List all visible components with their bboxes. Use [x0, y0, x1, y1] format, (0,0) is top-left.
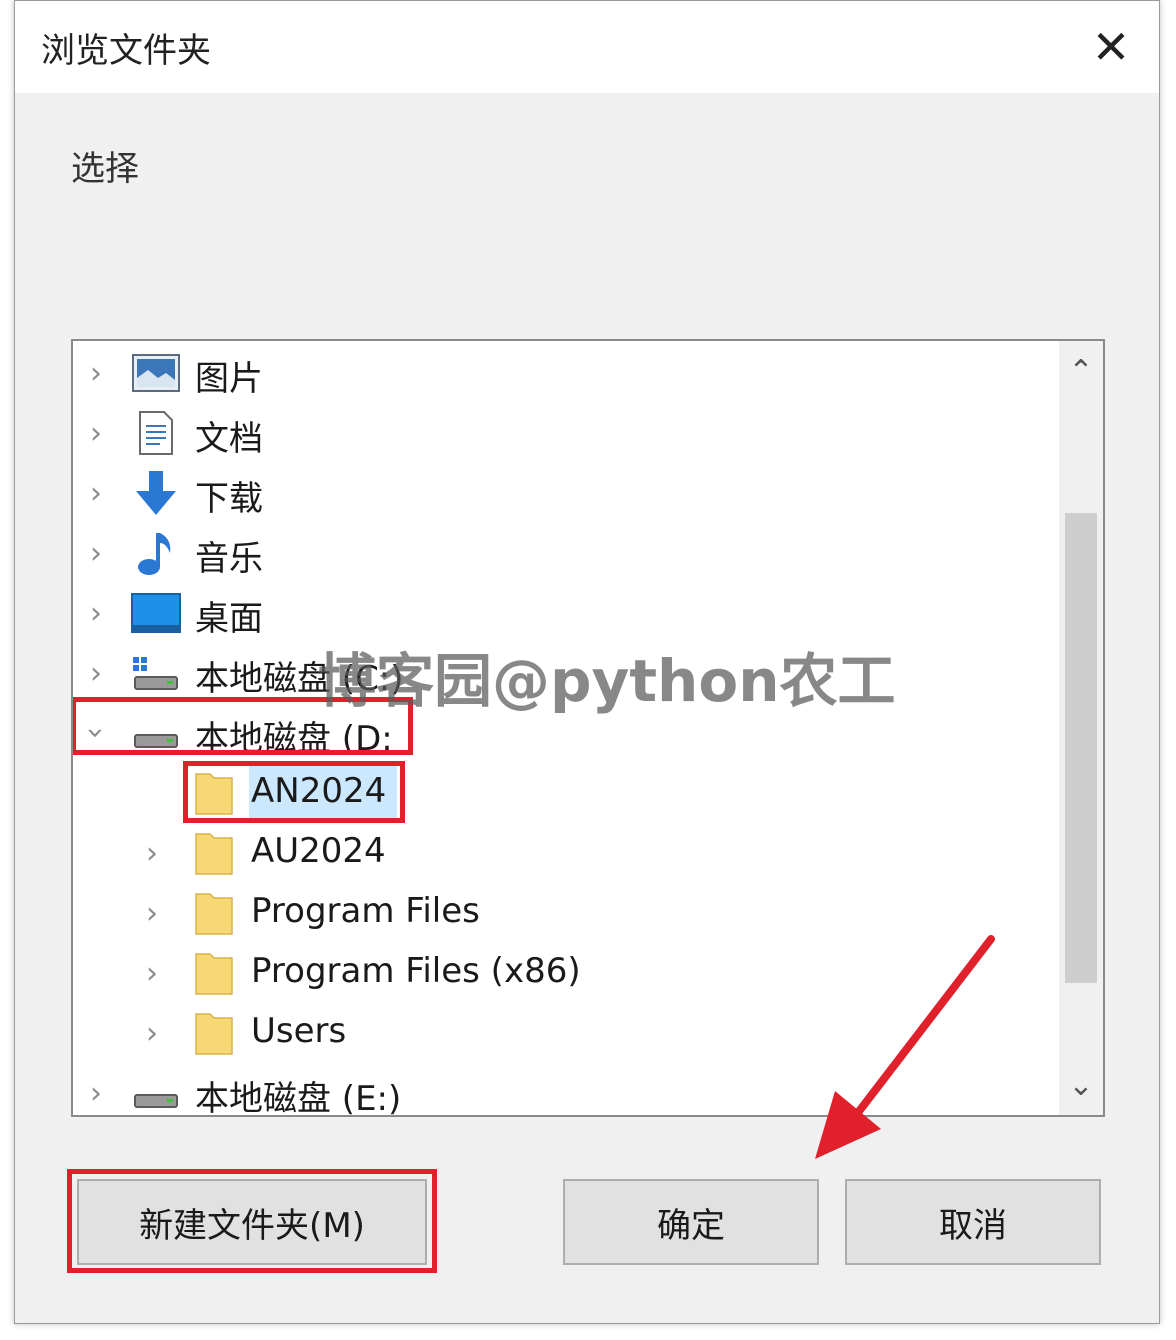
- tree-item-label: AN2024: [251, 771, 387, 811]
- close-button[interactable]: ✕: [1083, 19, 1139, 75]
- scroll-thumb[interactable]: [1065, 513, 1097, 983]
- tree-item-label: AU2024: [251, 831, 386, 871]
- tree-item-label: 桌面: [195, 599, 263, 639]
- new-folder-button[interactable]: 新建文件夹(M): [77, 1179, 427, 1265]
- folder-icon: [189, 888, 239, 938]
- chevron-right-icon[interactable]: ›: [81, 536, 111, 571]
- chevron-down-icon: ⌄: [1068, 1067, 1094, 1103]
- tree-item-au2024[interactable]: › AU2024: [73, 823, 1053, 883]
- folder-icon: [189, 828, 239, 878]
- tree-item-pictures[interactable]: › 图片: [73, 343, 1053, 403]
- tree-item-label: 音乐: [195, 539, 263, 579]
- chevron-right-icon[interactable]: ›: [81, 656, 111, 691]
- desktop-icon: [131, 588, 181, 638]
- tree-item-label: 下载: [195, 479, 263, 519]
- tree-item-label: 本地磁盘 (C:): [195, 659, 404, 699]
- dialog-title: 浏览文件夹: [41, 31, 211, 71]
- chevron-right-icon[interactable]: ›: [137, 896, 167, 931]
- tree-item-drive-d[interactable]: › 本地磁盘 (D:: [73, 703, 1053, 763]
- chevron-right-icon[interactable]: ›: [81, 596, 111, 631]
- folder-icon: [189, 768, 239, 818]
- music-icon: [131, 528, 181, 578]
- download-icon: [131, 468, 181, 518]
- cancel-button[interactable]: 取消: [845, 1179, 1101, 1265]
- tree-item-drive-c[interactable]: › 本地磁盘 (C:): [73, 643, 1053, 703]
- folder-icon: [189, 1008, 239, 1058]
- annotation-arrow: [815, 935, 995, 1159]
- chevron-up-icon: ⌃: [1068, 353, 1094, 389]
- documents-icon: [131, 408, 181, 458]
- tree-item-label: Program Files: [251, 891, 480, 931]
- dialog-prompt: 选择: [71, 149, 139, 189]
- chevron-right-icon[interactable]: ›: [81, 416, 111, 451]
- tree-item-desktop[interactable]: › 桌面: [73, 583, 1053, 643]
- close-icon: ✕: [1091, 20, 1131, 74]
- pictures-icon: [131, 348, 181, 398]
- tree-item-music[interactable]: › 音乐: [73, 523, 1053, 583]
- scroll-up-button[interactable]: ⌃: [1059, 345, 1103, 397]
- tree-item-label: 图片: [195, 359, 263, 399]
- tree-item-label: 本地磁盘 (D:: [195, 719, 393, 759]
- tree-item-downloads[interactable]: › 下载: [73, 463, 1053, 523]
- chevron-right-icon[interactable]: ›: [81, 476, 111, 511]
- ok-button[interactable]: 确定: [563, 1179, 819, 1265]
- title-bar: 浏览文件夹 ✕: [15, 1, 1159, 93]
- drive-icon: [131, 1068, 181, 1115]
- chevron-right-icon[interactable]: ›: [81, 1076, 111, 1111]
- tree-item-documents[interactable]: › 文档: [73, 403, 1053, 463]
- tree-item-label: 本地磁盘 (E:): [195, 1079, 402, 1117]
- tree-item-an2024[interactable]: AN2024: [73, 763, 1053, 823]
- chevron-right-icon[interactable]: ›: [81, 356, 111, 391]
- folder-icon: [189, 948, 239, 998]
- chevron-right-icon[interactable]: ›: [137, 1016, 167, 1051]
- tree-scrollbar[interactable]: ⌃ ⌄: [1059, 341, 1103, 1115]
- chevron-down-icon[interactable]: ›: [79, 718, 114, 748]
- tree-item-label: 文档: [195, 419, 263, 459]
- browse-folder-dialog: 浏览文件夹 ✕ 选择 › 图片 › 文档 › 下载 › 音乐 › 桌面 › 本地…: [14, 0, 1160, 1324]
- chevron-right-icon[interactable]: ›: [137, 836, 167, 871]
- tree-item-label: Users: [251, 1011, 347, 1051]
- chevron-right-icon[interactable]: ›: [137, 956, 167, 991]
- drive-icon: [131, 708, 181, 758]
- scroll-down-button[interactable]: ⌄: [1059, 1059, 1103, 1111]
- system-drive-icon: [131, 648, 181, 698]
- tree-item-label: Program Files (x86): [251, 951, 581, 991]
